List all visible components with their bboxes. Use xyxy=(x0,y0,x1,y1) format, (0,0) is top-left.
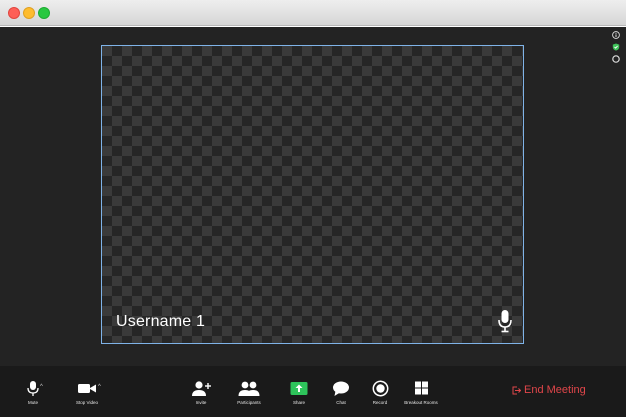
record-label: Record xyxy=(372,400,388,405)
mute-button[interactable]: ^ Mute xyxy=(11,380,55,412)
record-dot-icon[interactable] xyxy=(612,55,620,63)
stop-video-button[interactable]: ^ Stop Video xyxy=(65,380,109,412)
participants-label: Participants xyxy=(237,400,261,405)
participant-video-tile[interactable]: Username 1 xyxy=(101,45,524,344)
window-close-button[interactable] xyxy=(8,7,20,19)
shield-check-icon[interactable] xyxy=(612,43,620,51)
share-screen-icon xyxy=(290,382,308,395)
video-camera-icon xyxy=(78,384,96,393)
info-icon[interactable] xyxy=(612,31,620,39)
end-meeting-button[interactable]: End Meeting xyxy=(512,383,586,397)
status-icons xyxy=(612,31,620,67)
exit-icon xyxy=(512,386,521,394)
chat-button[interactable]: Chat xyxy=(319,380,363,412)
participants-button[interactable]: Participants xyxy=(227,380,271,412)
meeting-stage: Username 1 xyxy=(0,27,626,366)
participants-icon xyxy=(238,381,260,396)
microphone-icon xyxy=(498,310,512,333)
mute-options-caret[interactable]: ^ xyxy=(40,384,43,390)
window-titlebar xyxy=(0,0,626,26)
share-button[interactable]: Share xyxy=(277,380,321,412)
record-button[interactable]: Record xyxy=(358,380,402,412)
add-user-icon xyxy=(192,381,211,396)
end-meeting-label: End Meeting xyxy=(524,384,586,396)
breakout-rooms-icon xyxy=(414,381,428,395)
breakout-rooms-label: Breakout Rooms xyxy=(404,400,438,405)
video-options-caret[interactable]: ^ xyxy=(98,384,101,390)
participant-name: Username 1 xyxy=(116,313,206,330)
record-icon xyxy=(372,380,388,397)
stop-video-label: Stop Video xyxy=(76,400,98,405)
chat-bubble-icon xyxy=(333,381,349,396)
chat-label: Chat xyxy=(336,400,346,405)
window-zoom-button[interactable] xyxy=(38,7,50,19)
breakout-rooms-button[interactable]: Breakout Rooms xyxy=(399,380,443,412)
mute-label: Mute xyxy=(27,400,38,405)
share-label: Share xyxy=(292,400,305,405)
window-minimize-button[interactable] xyxy=(23,7,35,19)
invite-button[interactable]: Invite xyxy=(179,380,223,412)
invite-label: Invite xyxy=(195,400,207,405)
meeting-toolbar: ^ Mute ^ Stop Video Invite Participants xyxy=(0,366,626,417)
microphone-icon xyxy=(27,381,39,396)
